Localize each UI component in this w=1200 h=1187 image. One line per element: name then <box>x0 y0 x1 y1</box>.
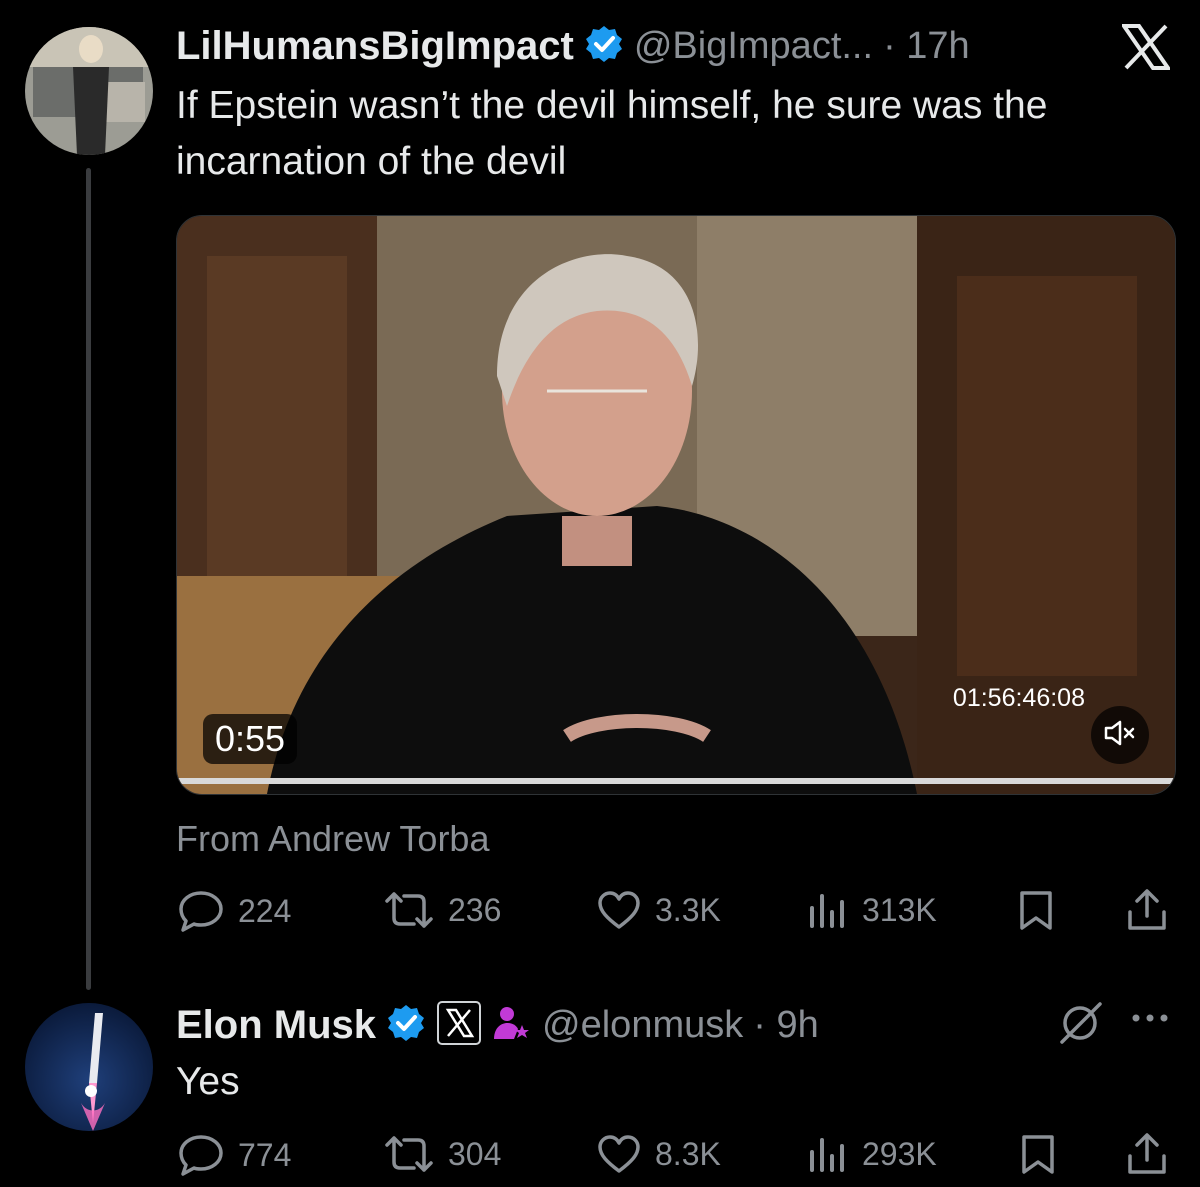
views-count: 313K <box>862 891 937 928</box>
reply-icon <box>178 1134 224 1176</box>
video-player[interactable]: 0:55 01:56:46:08 <box>176 215 1176 795</box>
bookmark-icon <box>1018 891 1054 936</box>
x-logo-icon <box>1120 24 1172 75</box>
share-button[interactable] <box>1126 1132 1168 1181</box>
views-icon <box>808 1134 848 1174</box>
like-icon <box>597 1134 641 1174</box>
views-button[interactable]: 293K <box>808 1134 937 1174</box>
more-icon <box>1130 1013 1170 1030</box>
repost-count: 304 <box>448 1135 502 1172</box>
display-name[interactable]: Elon Musk <box>176 1003 376 1048</box>
bookmark-button[interactable] <box>1020 1134 1056 1181</box>
reply-count: 224 <box>238 892 292 929</box>
handle[interactable]: @elonmusk <box>542 1004 743 1047</box>
grok-button[interactable] <box>1058 1000 1104 1051</box>
like-button[interactable]: 3.3K <box>597 890 721 930</box>
reply-button[interactable]: 224 <box>178 890 291 932</box>
subscriber-icon[interactable] <box>492 1003 532 1048</box>
reply-icon <box>178 890 224 932</box>
like-count: 3.3K <box>655 891 721 928</box>
share-icon <box>1126 1133 1168 1180</box>
repost-button[interactable]: 304 <box>384 1134 501 1174</box>
handle[interactable]: @BigImpact... <box>634 25 873 68</box>
reply-count: 774 <box>238 1136 292 1173</box>
video-duration: 0:55 <box>203 714 298 764</box>
views-icon <box>808 890 848 930</box>
share-button[interactable] <box>1126 888 1168 937</box>
views-count: 293K <box>862 1135 937 1172</box>
repost-count: 236 <box>448 891 502 928</box>
verified-badge-icon[interactable] <box>386 1003 426 1048</box>
display-name[interactable]: LilHumansBigImpact <box>176 24 574 69</box>
timestamp[interactable]: · 9h <box>753 1004 818 1047</box>
thread-line <box>86 168 91 990</box>
share-icon <box>1126 889 1168 936</box>
repost-icon <box>384 890 434 930</box>
reply-button[interactable]: 774 <box>178 1134 291 1176</box>
timestamp[interactable]: · 17h <box>883 25 970 68</box>
tweet-text: Yes <box>176 1060 240 1103</box>
tweet-header: Elon Musk @elonmusk · 9h <box>176 1000 819 1051</box>
avatar[interactable] <box>25 1003 153 1131</box>
tweet-text: If Epstein wasn’t the devil himself, he … <box>176 84 1048 183</box>
media-attribution[interactable]: From Andrew Torba <box>176 818 489 860</box>
bookmark-icon <box>1020 1135 1056 1180</box>
mute-icon <box>1103 719 1137 752</box>
video-timecode: 01:56:46:08 <box>952 684 1085 712</box>
affiliate-x-badge-icon[interactable] <box>436 1000 482 1051</box>
like-icon <box>597 890 641 930</box>
bookmark-button[interactable] <box>1018 890 1054 937</box>
like-button[interactable]: 8.3K <box>597 1134 721 1174</box>
verified-badge-icon[interactable] <box>584 24 624 69</box>
grok-icon <box>1058 1002 1104 1050</box>
avatar[interactable] <box>25 27 153 155</box>
mute-button[interactable] <box>1091 706 1149 764</box>
repost-button[interactable]: 236 <box>384 890 501 930</box>
like-count: 8.3K <box>655 1135 721 1172</box>
more-button[interactable] <box>1130 1010 1170 1031</box>
repost-icon <box>384 1134 434 1174</box>
tweet-header: LilHumansBigImpact @BigImpact... · 17h <box>176 24 970 69</box>
views-button[interactable]: 313K <box>808 890 937 930</box>
video-progress-bar[interactable] <box>177 778 1175 784</box>
